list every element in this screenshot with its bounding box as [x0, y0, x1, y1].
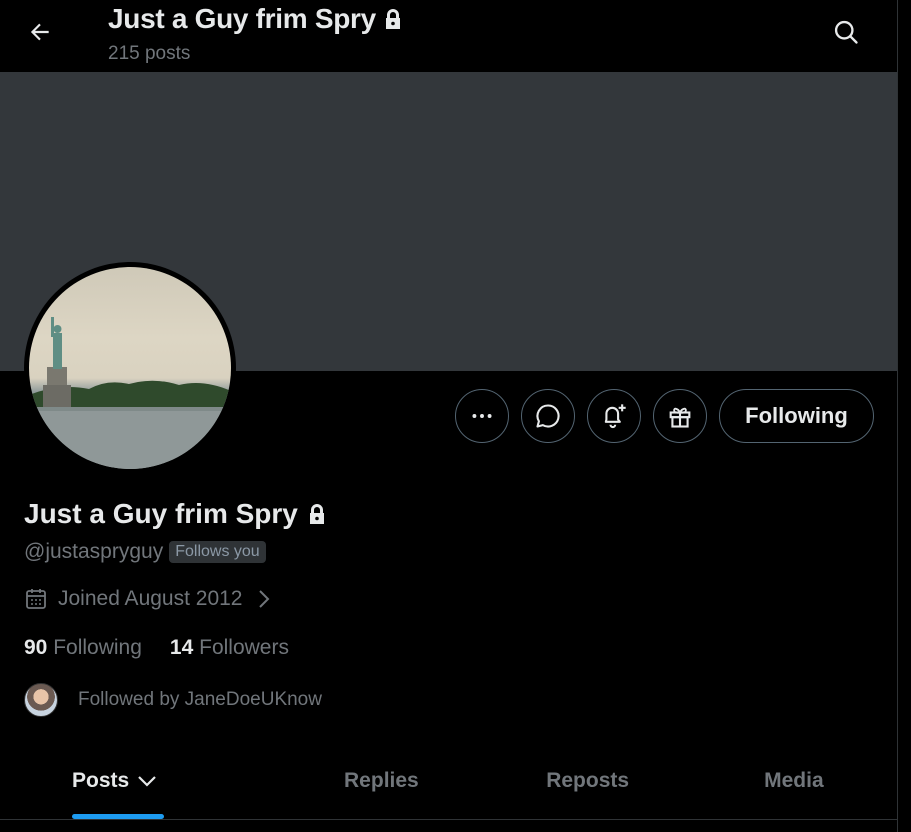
top-bar: Just a Guy frim Spry 215 posts: [0, 0, 897, 72]
profile-handle: @justaspryguy: [24, 540, 164, 563]
calendar-icon: [26, 589, 46, 609]
page-title-text: Just a Guy frim Spry: [108, 3, 376, 34]
search-button[interactable]: [826, 12, 866, 52]
profile-actions: [455, 389, 707, 443]
followers-label: Followers: [199, 636, 289, 659]
active-tab-indicator: [72, 814, 164, 819]
followed-by[interactable]: Followed by JaneDoeUKnow: [24, 683, 322, 717]
following-button[interactable]: Following: [719, 389, 874, 443]
avatar-image: [29, 267, 231, 469]
more-button[interactable]: [455, 389, 509, 443]
joined-date[interactable]: Joined August 2012: [24, 587, 271, 611]
gift-icon: [669, 407, 691, 428]
profile-avatar[interactable]: [24, 262, 236, 474]
following-label: Following: [53, 636, 142, 659]
profile-name: Just a Guy frim Spry: [24, 498, 328, 530]
lock-icon: [309, 504, 324, 524]
followers-count-link[interactable]: 14 Followers: [170, 636, 289, 660]
tab-label: Replies: [344, 768, 419, 792]
gift-button[interactable]: [653, 389, 707, 443]
tab-label: Media: [764, 768, 824, 792]
lock-icon: [385, 9, 400, 29]
followed-by-text: Followed by JaneDoeUKnow: [78, 689, 322, 710]
page-title: Just a Guy frim Spry: [108, 3, 404, 35]
scrollbar[interactable]: [897, 0, 911, 832]
tab-media[interactable]: Media: [691, 742, 897, 819]
chevron-right-icon: [258, 590, 269, 608]
arrow-left-icon: [30, 23, 49, 41]
follow-stats: 90 Following 14 Followers: [24, 636, 289, 660]
tab-posts[interactable]: Posts: [0, 742, 278, 819]
back-button[interactable]: [20, 12, 60, 52]
search-icon: [834, 20, 858, 44]
handle-row: @justaspryguy Follows you: [24, 540, 266, 564]
post-count: 215 posts: [108, 43, 191, 64]
notify-button[interactable]: [587, 389, 641, 443]
tab-replies[interactable]: Replies: [278, 742, 484, 819]
message-button[interactable]: [521, 389, 575, 443]
chevron-down-icon: [138, 775, 156, 787]
followers-count: 14: [169, 636, 194, 659]
following-count: 90: [24, 636, 48, 659]
following-count-link[interactable]: 90 Following: [24, 636, 142, 660]
joined-text: Joined August 2012: [58, 587, 243, 610]
tab-label: Posts: [72, 768, 130, 792]
follows-you-badge: Follows you: [169, 541, 266, 563]
more-icon: [472, 414, 492, 418]
profile-name-text: Just a Guy frim Spry: [24, 498, 298, 529]
tab-label: Reposts: [546, 768, 630, 792]
tab-reposts[interactable]: Reposts: [485, 742, 691, 819]
bell-plus-icon: [604, 404, 626, 429]
message-icon: [536, 404, 560, 428]
avatar: [24, 683, 58, 717]
profile-tabs: Posts Replies Reposts Media: [0, 742, 897, 820]
